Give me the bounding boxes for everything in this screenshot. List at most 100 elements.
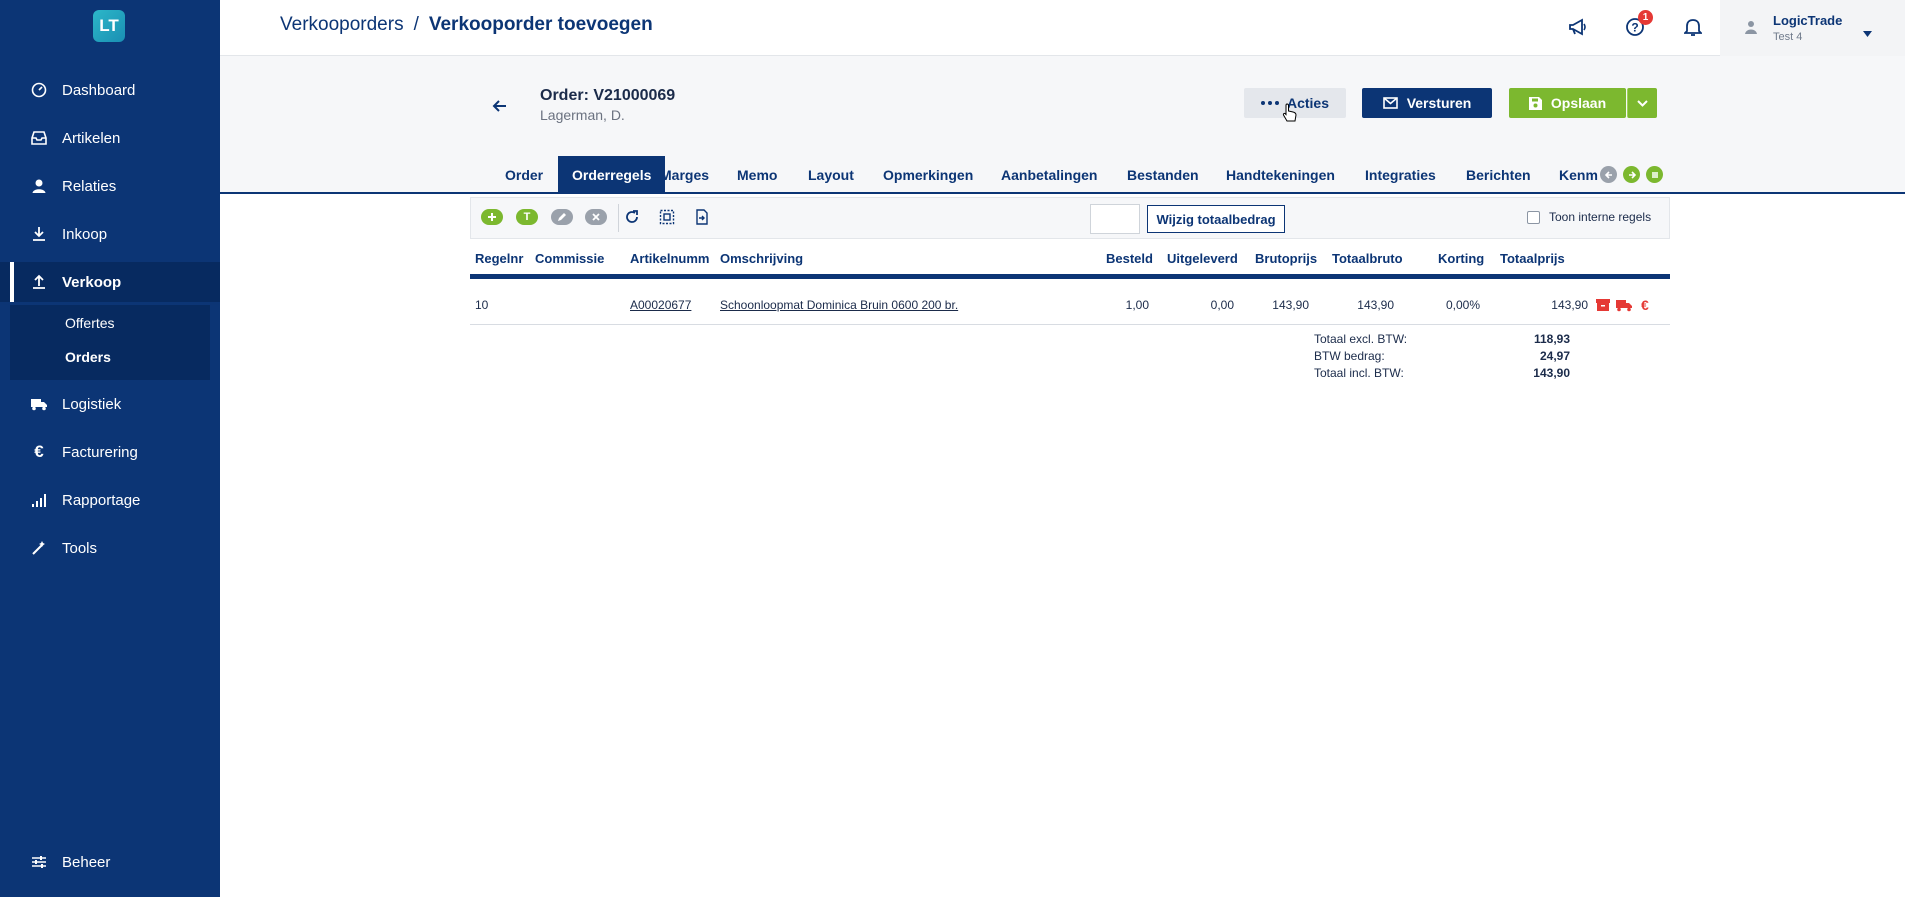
subnav-orders[interactable]: Orders (65, 349, 111, 365)
upload-icon (30, 273, 48, 291)
tab-memo[interactable]: Memo (737, 156, 777, 194)
refresh-icon[interactable] (621, 209, 643, 225)
table-header: Regelnr Commissie Artikelnumm Omschrijvi… (470, 241, 1670, 279)
nav-verkoop-label: Verkoop (62, 273, 122, 291)
totaalbedrag-input[interactable] (1090, 204, 1140, 234)
col-totaalbruto[interactable]: Totaalbruto (1332, 251, 1403, 266)
tab-aanbetalingen[interactable]: Aanbetalingen (1001, 156, 1097, 194)
nav-facturering[interactable]: € Facturering (0, 432, 220, 472)
megaphone-icon[interactable] (1565, 14, 1591, 40)
btw-label: BTW bedrag: (1314, 349, 1385, 363)
sidebar: LT Dashboard Artikelen Relaties Inkoop V… (0, 0, 220, 897)
back-arrow-icon[interactable] (490, 96, 510, 116)
col-totaalprijs[interactable]: Totaalprijs (1500, 251, 1565, 266)
truck-icon (30, 395, 48, 413)
svg-text:?: ? (1631, 21, 1638, 35)
col-besteld[interactable]: Besteld (1106, 251, 1153, 266)
nav-rapportage[interactable]: Rapportage (0, 480, 220, 520)
nav-logistiek[interactable]: Logistiek (0, 384, 220, 424)
table-row[interactable]: 10 A00020677 Schoonloopmat Dominica Brui… (470, 287, 1670, 325)
nav-artikelen[interactable]: Artikelen (0, 118, 220, 158)
opslaan-dropdown-button[interactable] (1627, 88, 1657, 118)
versturen-button[interactable]: Versturen (1362, 88, 1492, 118)
order-header: Order: V21000069 Lagerman, D. Acties Ver… (220, 56, 1905, 194)
breadcrumb: Verkooporders / Verkooporder toevoegen (280, 14, 653, 36)
tab-berichten[interactable]: Berichten (1466, 156, 1531, 194)
dashboard-icon (30, 81, 48, 99)
col-omschrijving[interactable]: Omschrijving (720, 251, 803, 266)
cell-uitgeleverd: 0,00 (1210, 298, 1234, 312)
orderregels-toolbar: T Wijzig totaalbedrag Toon interne regel… (470, 197, 1670, 239)
subnav-offertes[interactable]: Offertes (65, 315, 115, 331)
add-line-icon[interactable] (481, 209, 503, 225)
tab-order[interactable]: Order (505, 156, 543, 194)
total-incl-label: Totaal incl. BTW: (1314, 366, 1404, 380)
nav-relaties-label: Relaties (62, 177, 117, 195)
select-all-icon[interactable] (656, 209, 678, 225)
tab-layout[interactable]: Layout (808, 156, 854, 194)
cell-brutoprijs: 143,90 (1272, 298, 1309, 312)
col-brutoprijs[interactable]: Brutoprijs (1255, 251, 1317, 266)
tab-kenmerken[interactable]: Kenm (1559, 156, 1598, 194)
total-excl-label: Totaal excl. BTW: (1314, 332, 1408, 346)
nav-logistiek-label: Logistiek (62, 395, 122, 413)
tab-prev-icon[interactable] (1600, 166, 1617, 183)
bell-icon[interactable] (1680, 14, 1706, 40)
delivery-truck-icon[interactable] (1615, 297, 1632, 313)
cell-korting: 0,00% (1445, 298, 1480, 312)
nav-verkoop[interactable]: Verkoop (0, 262, 220, 302)
archive-box-icon[interactable] (1595, 297, 1611, 313)
verkoop-subnav: Offertes Orders (10, 305, 210, 380)
toolbar-divider (618, 204, 619, 232)
import-file-icon[interactable] (691, 209, 713, 225)
toon-interne-regels-checkbox[interactable] (1527, 211, 1540, 224)
col-regelnr[interactable]: Regelnr (475, 251, 523, 266)
tab-orderregels[interactable]: Orderregels (558, 156, 666, 194)
btw-value: 24,97 (1539, 349, 1570, 363)
help-icon[interactable]: ? 1 (1622, 10, 1653, 40)
tab-bestanden[interactable]: Bestanden (1127, 156, 1199, 194)
tab-marges[interactable]: Marges (660, 156, 709, 194)
nav-beheer[interactable]: Beheer (0, 842, 220, 882)
tab-next-icon[interactable] (1623, 166, 1640, 183)
user-menu[interactable]: LogicTrade Test 4 (1720, 0, 1905, 56)
user-subtitle: Test 4 (1773, 31, 1803, 43)
col-uitgeleverd[interactable]: Uitgeleverd (1167, 251, 1238, 266)
cell-besteld: 1,00 (1125, 298, 1149, 312)
tab-handtekeningen[interactable]: Handtekeningen (1226, 156, 1335, 194)
delete-x-icon[interactable] (585, 209, 607, 225)
col-korting[interactable]: Korting (1438, 251, 1484, 266)
opslaan-button[interactable]: Opslaan (1509, 88, 1626, 118)
tab-bar: Order Orderregels Marges Memo Layout Opm… (480, 156, 1664, 194)
person-icon (30, 177, 48, 195)
cell-omschrijving-link[interactable]: Schoonloopmat Dominica Bruin 0600 200 br… (720, 298, 958, 312)
invoice-euro-icon[interactable]: € (1641, 297, 1657, 313)
breadcrumb-current: Verkooporder toevoegen (428, 14, 653, 35)
breadcrumb-parent[interactable]: Verkooporders (280, 14, 404, 35)
col-commissie[interactable]: Commissie (535, 251, 604, 266)
nav-tools[interactable]: Tools (0, 528, 220, 568)
wijzig-totaalbedrag-button[interactable]: Wijzig totaalbedrag (1147, 205, 1285, 233)
cell-artikelnummer-link[interactable]: A00020677 (630, 298, 691, 312)
total-incl-value: 143,90 (1533, 366, 1570, 380)
tab-integraties[interactable]: Integraties (1365, 156, 1436, 194)
caret-down-icon (1863, 24, 1872, 42)
total-excl-value: 118,93 (1533, 332, 1570, 346)
order-customer: Lagerman, D. (540, 107, 625, 123)
signal-icon (30, 491, 48, 509)
nav-dashboard[interactable]: Dashboard (0, 70, 220, 110)
nav-relaties[interactable]: Relaties (0, 166, 220, 206)
nav-inkoop[interactable]: Inkoop (0, 214, 220, 254)
tab-list-icon[interactable] (1646, 166, 1663, 183)
breadcrumb-separator: / (413, 14, 419, 35)
edit-pencil-icon[interactable] (551, 209, 573, 225)
nav-artikelen-label: Artikelen (62, 129, 121, 147)
tab-opmerkingen[interactable]: Opmerkingen (883, 156, 973, 194)
app-logo[interactable]: LT (93, 10, 125, 42)
nav-tools-label: Tools (62, 539, 98, 557)
cell-totaalprijs: 143,90 (1551, 298, 1588, 312)
sliders-icon (30, 853, 48, 871)
col-artikelnummer[interactable]: Artikelnumm (630, 251, 709, 266)
add-text-line-icon[interactable]: T (516, 209, 538, 225)
hand-cursor-icon (1282, 103, 1298, 128)
